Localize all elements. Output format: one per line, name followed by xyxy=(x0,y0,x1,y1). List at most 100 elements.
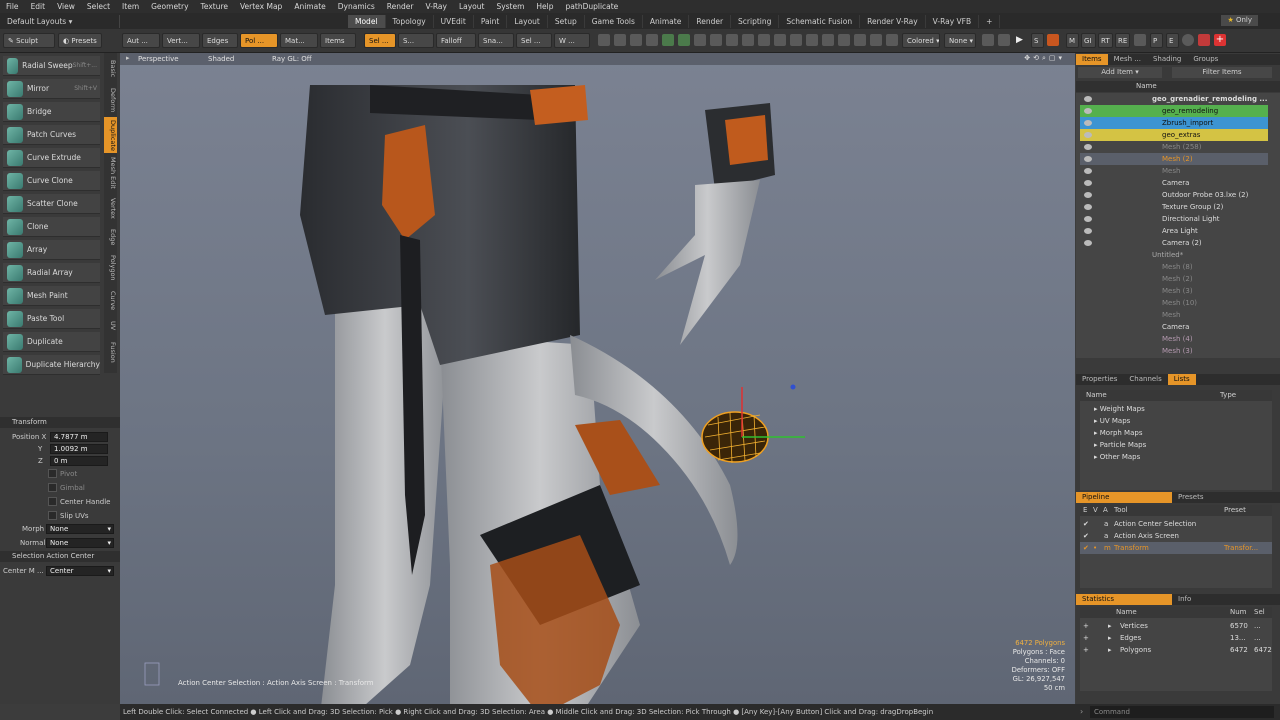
tool-duplicate-hierarchy[interactable]: Duplicate Hierarchy xyxy=(3,355,100,375)
item-row[interactable]: Mesh (258) xyxy=(1080,141,1268,153)
eye-icon[interactable] xyxy=(1084,108,1092,114)
vtab-mesh-edit[interactable]: Mesh Edit xyxy=(104,155,117,191)
record-icon[interactable] xyxy=(1047,34,1059,46)
tab-properties[interactable]: Properties xyxy=(1076,374,1123,385)
tab-shading[interactable]: Shading xyxy=(1147,54,1187,65)
tool-patch-curves[interactable]: Patch Curves xyxy=(3,125,100,145)
vtab-curve[interactable]: Curve xyxy=(104,287,117,315)
stats-row[interactable]: + ▸ Polygons 6472 6472 xyxy=(1080,644,1272,656)
re-button[interactable]: RE xyxy=(1115,33,1130,48)
item-row[interactable]: Mesh (4) xyxy=(1080,333,1268,345)
vtab-edge[interactable]: Edge xyxy=(104,225,117,249)
item-row[interactable]: Area Light xyxy=(1080,225,1268,237)
shading-dropdown[interactable]: Shaded xyxy=(208,55,234,63)
render-icon[interactable] xyxy=(998,34,1010,46)
viewport-nav-icons[interactable]: ✥⟲⌕▢▾ xyxy=(1024,54,1065,63)
menu-system[interactable]: System xyxy=(490,2,530,11)
auto-select-button[interactable]: Aut ... xyxy=(122,33,160,48)
item-row[interactable]: Mesh (3) xyxy=(1080,345,1268,357)
add-item-button[interactable]: Add Item ▾ xyxy=(1078,67,1162,78)
tool-curve-extrude[interactable]: Curve Extrude xyxy=(3,148,100,168)
tab-pipeline[interactable]: Pipeline xyxy=(1076,492,1172,503)
gi-button[interactable]: GI xyxy=(1081,33,1096,48)
tab-groups[interactable]: Groups xyxy=(1187,54,1224,65)
menu-geometry[interactable]: Geometry xyxy=(145,2,194,11)
item-row[interactable]: Mesh (8) xyxy=(1080,261,1268,273)
item-row[interactable]: Camera (2) xyxy=(1080,237,1268,249)
vtab-fusion[interactable]: Fusion xyxy=(104,337,117,367)
stats-row[interactable]: + ▸ Edges 13...... xyxy=(1080,632,1272,644)
workplane-button[interactable]: W ... xyxy=(554,33,590,48)
camera-icon[interactable] xyxy=(982,34,994,46)
tool-array[interactable]: Array xyxy=(3,240,100,260)
tool-icon-5[interactable] xyxy=(662,34,674,46)
center-handle-checkbox[interactable] xyxy=(48,497,57,506)
tool-bridge[interactable]: Bridge xyxy=(3,102,100,122)
vtab-uv[interactable]: UV xyxy=(104,317,117,335)
snapping-button[interactable]: Sna... xyxy=(478,33,514,48)
sculpt-button[interactable]: ✎ Sculpt xyxy=(3,33,55,48)
tool-radial-array[interactable]: Radial Array xyxy=(3,263,100,283)
tool-icon-2[interactable] xyxy=(614,34,626,46)
item-row[interactable]: Mesh xyxy=(1080,165,1268,177)
list-item[interactable]: ▸ Other Maps xyxy=(1082,451,1270,463)
center-mode-dropdown[interactable]: Center ▾ xyxy=(46,566,114,576)
eye-icon[interactable] xyxy=(1084,180,1092,186)
tool-icon-15[interactable] xyxy=(822,34,834,46)
menu-layout[interactable]: Layout xyxy=(453,2,491,11)
menu-file[interactable]: File xyxy=(0,2,25,11)
tool-paste[interactable]: Paste Tool xyxy=(3,309,100,329)
tool-icon-8[interactable] xyxy=(710,34,722,46)
colored-dropdown[interactable]: Colored ▾ xyxy=(902,33,940,48)
normal-dropdown[interactable]: None ▾ xyxy=(46,538,114,548)
eye-icon[interactable] xyxy=(1084,204,1092,210)
tab-info[interactable]: Info xyxy=(1172,594,1197,605)
viewport-menu-icon[interactable]: ▸ xyxy=(126,54,130,62)
menu-select[interactable]: Select xyxy=(81,2,116,11)
filter-items-input[interactable]: Filter Items xyxy=(1172,67,1272,78)
pipeline-row[interactable]: ✔ a Action Center Selection xyxy=(1080,518,1272,530)
transform-header[interactable]: Transform xyxy=(0,417,120,428)
vtab-basic[interactable]: Basic xyxy=(104,55,117,83)
list-item[interactable]: ▸ UV Maps xyxy=(1082,415,1270,427)
selection-button[interactable]: Sel ... xyxy=(364,33,396,48)
tab-channels[interactable]: Channels xyxy=(1123,374,1167,385)
list-item[interactable]: ▸ Weight Maps xyxy=(1082,403,1270,415)
eye-icon[interactable] xyxy=(1084,120,1092,126)
item-row[interactable]: Mesh (2) xyxy=(1080,153,1268,165)
menu-texture[interactable]: Texture xyxy=(195,2,234,11)
tab-setup[interactable]: Setup xyxy=(548,14,585,28)
tab-model[interactable]: Model xyxy=(348,14,386,28)
play-icon[interactable]: ▶ xyxy=(1016,34,1028,46)
m-button[interactable]: M xyxy=(1066,33,1079,48)
add-plus-icon[interactable]: + xyxy=(1214,34,1226,46)
list-item[interactable]: ▸ Morph Maps xyxy=(1082,427,1270,439)
item-row[interactable]: geo_extras xyxy=(1080,129,1268,141)
eye-icon[interactable] xyxy=(1084,96,1092,102)
tab-topology[interactable]: Topology xyxy=(386,14,434,28)
tool-clone[interactable]: Clone xyxy=(3,217,100,237)
tab-game-tools[interactable]: Game Tools xyxy=(585,14,643,28)
tool-icon-16[interactable] xyxy=(838,34,850,46)
tool-curve-clone[interactable]: Curve Clone xyxy=(3,171,100,191)
only-toggle[interactable]: ★ Only xyxy=(1221,15,1258,26)
eye-icon[interactable] xyxy=(1084,168,1092,174)
tool-icon-4[interactable] xyxy=(646,34,658,46)
p-button[interactable]: P xyxy=(1150,33,1163,48)
tool-icon-19[interactable] xyxy=(886,34,898,46)
e-button[interactable]: E xyxy=(1166,33,1179,48)
position-x-field[interactable]: 4.7877 m xyxy=(50,432,108,442)
command-input[interactable]: Command xyxy=(1090,706,1274,718)
tab-presets[interactable]: Presets xyxy=(1172,492,1209,503)
eye-icon[interactable] xyxy=(1084,228,1092,234)
menu-item[interactable]: Item xyxy=(116,2,145,11)
pipeline-row[interactable]: ✔ • m Transform Transfor... xyxy=(1080,542,1272,554)
vtab-vertex[interactable]: Vertex xyxy=(104,193,117,223)
eye-icon[interactable] xyxy=(1084,192,1092,198)
tool-icon-10[interactable] xyxy=(742,34,754,46)
tab-animate[interactable]: Animate xyxy=(643,14,690,28)
menu-dynamics[interactable]: Dynamics xyxy=(332,2,381,11)
tab-render-vray[interactable]: Render V-Ray xyxy=(860,14,926,28)
tool-radial-sweep[interactable]: Radial Sweep Shift+... xyxy=(3,56,100,76)
tab-uvedit[interactable]: UVEdit xyxy=(434,14,474,28)
